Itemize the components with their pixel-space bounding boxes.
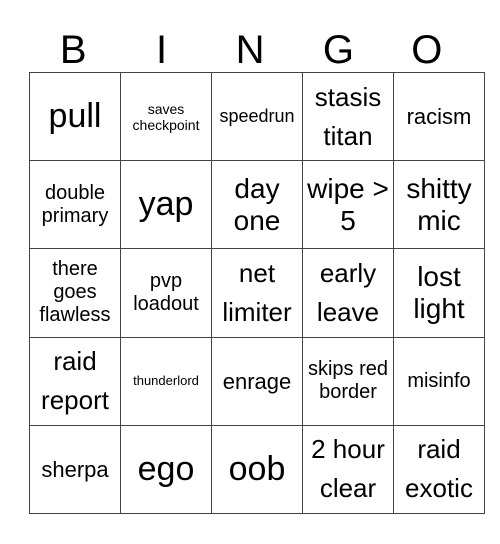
bingo-cell[interactable]: early leave [302,248,394,338]
bingo-cell[interactable]: racism [393,71,485,162]
bingo-cell[interactable]: day one [211,160,303,250]
bingo-cell[interactable]: oob [211,424,303,515]
header-letter-n: N [235,28,265,72]
bingo-cell[interactable]: ego [120,424,212,515]
bingo-cell[interactable]: pvp loadout [120,248,212,338]
bingo-cell[interactable]: pull [29,71,121,162]
bingo-header: B I N G O [29,28,471,72]
bingo-cell[interactable]: thunderlord [120,336,212,426]
bingo-cell[interactable]: misinfo [393,336,485,426]
bingo-cell[interactable]: 2 hour clear [302,424,394,515]
bingo-cell[interactable]: net limiter [211,248,303,338]
bingo-row: there goes flawless pvp loadout net limi… [29,248,485,338]
bingo-row: pull saves checkpoint speedrun stasis ti… [29,71,485,162]
bingo-cell[interactable]: speedrun [211,71,303,162]
bingo-cell[interactable]: yap [120,160,212,250]
bingo-row: raid report thunderlord enrage skips red… [29,336,485,426]
bingo-cell[interactable]: there goes flawless [29,248,121,338]
bingo-cell[interactable]: wipe > 5 [302,160,394,250]
bingo-cell[interactable]: lost light [393,248,485,338]
bingo-card: pull saves checkpoint speedrun stasis ti… [29,71,485,515]
header-letter-g: G [322,28,354,72]
header-letter-i: I [156,28,168,72]
bingo-cell[interactable]: shitty mic [393,160,485,250]
bingo-cell[interactable]: raid report [29,336,121,426]
bingo-cell[interactable]: stasis titan [302,71,394,162]
bingo-row: sherpa ego oob 2 hour clear raid exotic [29,424,485,515]
bingo-cell[interactable]: double primary [29,160,121,250]
bingo-row: double primary yap day one wipe > 5 shit… [29,160,485,250]
header-letter-b: B [59,28,87,72]
bingo-cell[interactable]: saves checkpoint [120,71,212,162]
header-letter-o: O [411,28,443,72]
bingo-cell[interactable]: skips red border [302,336,394,426]
bingo-cell[interactable]: enrage [211,336,303,426]
bingo-cell[interactable]: sherpa [29,424,121,515]
bingo-cell[interactable]: raid exotic [393,424,485,515]
